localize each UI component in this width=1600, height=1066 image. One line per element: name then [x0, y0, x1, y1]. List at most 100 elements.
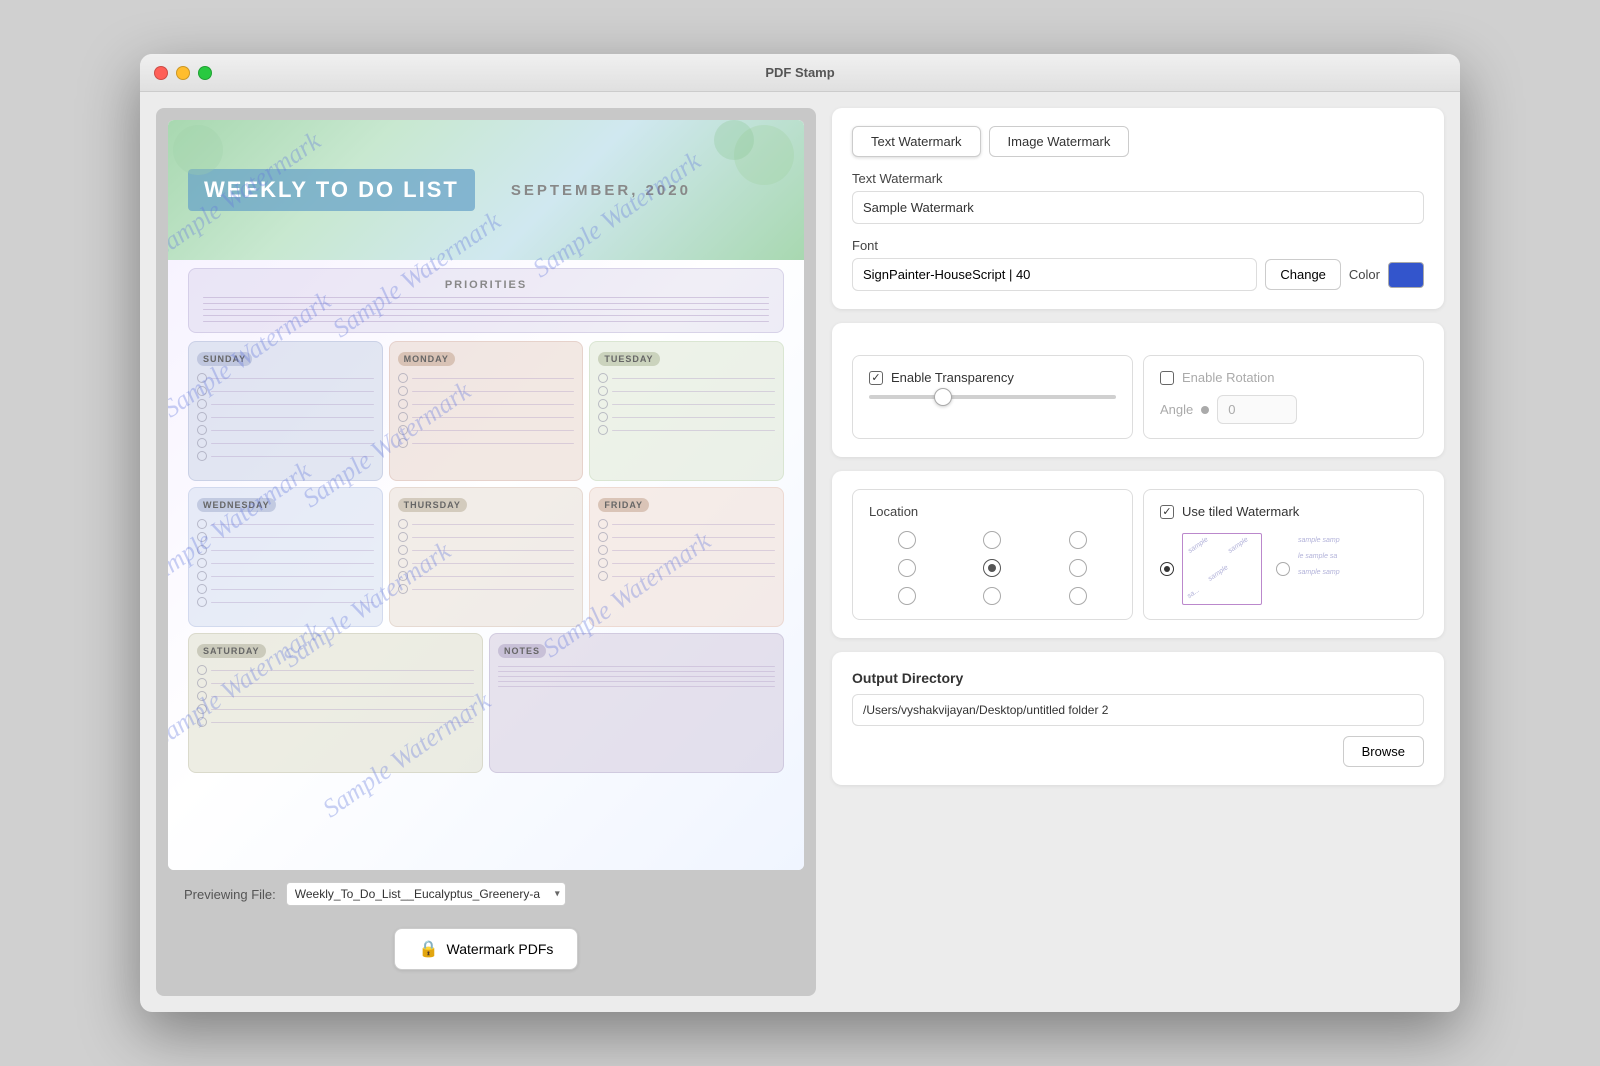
priority-line — [203, 321, 769, 322]
font-label: Font — [852, 238, 1424, 253]
pdf-days-top: SUNDAY MOND — [188, 341, 784, 481]
day-checkboxes — [197, 519, 374, 607]
browse-row: Browse — [852, 736, 1424, 767]
content-area: WEEKLY TO DO LIST SEPTEMBER, 2020 PRIORI… — [140, 92, 1460, 1012]
priority-lines — [203, 297, 769, 322]
tile-outer-3: sample samp — [1298, 569, 1340, 576]
location-tiled-row: Location — [852, 489, 1424, 620]
watermark-btn-label: Watermark PDFs — [447, 941, 554, 957]
file-dropdown-wrapper[interactable]: Weekly_To_Do_List__Eucalyptus_Greenery-a — [286, 882, 566, 906]
angle-row: Angle — [1160, 395, 1407, 424]
watermark-btn-area: 🔒 Watermark PDFs — [168, 918, 804, 984]
tiled-preview-outer: sample samp le sample sa sample samp — [1298, 533, 1388, 605]
tiled-option-2[interactable]: sample samp le sample sa sample samp — [1276, 533, 1388, 605]
angle-input[interactable] — [1217, 395, 1297, 424]
tiled-radio-2 — [1276, 562, 1290, 576]
tiled-option-1[interactable]: sample sample sample sa... — [1160, 533, 1262, 605]
loc-radio-br[interactable] — [1069, 587, 1087, 605]
tile-sample-4: sa... — [1186, 587, 1201, 600]
pdf-title-text: WEEKLY TO DO LIST — [204, 177, 459, 202]
tiled-options: sample sample sample sa... sampl — [1160, 533, 1407, 605]
loc-radio-tl[interactable] — [898, 531, 916, 549]
location-tiled-card: Location — [832, 471, 1444, 638]
day-label-notes: NOTES — [498, 644, 546, 658]
right-panel: Text Watermark Image Watermark Text Wate… — [832, 108, 1444, 996]
loc-radio-bc[interactable] — [983, 587, 1001, 605]
tile-sample-3: sample — [1207, 564, 1230, 583]
loc-radio-mr[interactable] — [1069, 559, 1087, 577]
day-label-friday: FRIDAY — [598, 498, 649, 512]
transparency-box: Enable Transparency — [852, 355, 1133, 439]
loc-radio-tr[interactable] — [1069, 531, 1087, 549]
tile-outer-2: le sample sa — [1298, 553, 1337, 560]
day-checkboxes — [398, 373, 575, 448]
tile-sample-2: sample — [1227, 536, 1250, 555]
pdf-preview-panel: WEEKLY TO DO LIST SEPTEMBER, 2020 PRIORI… — [156, 108, 816, 996]
window-title: PDF Stamp — [765, 65, 834, 80]
pdf-days-middle: WEDNESDAY T — [188, 487, 784, 627]
watermark-settings-card: Text Watermark Image Watermark Text Wate… — [832, 108, 1444, 309]
preview-label: Previewing File: — [184, 887, 276, 902]
window-controls — [154, 66, 212, 80]
color-swatch[interactable] — [1388, 262, 1424, 288]
day-card-notes: NOTES — [489, 633, 784, 773]
close-button[interactable] — [154, 66, 168, 80]
priority-line — [203, 315, 769, 316]
output-dir-input[interactable] — [852, 694, 1424, 726]
location-grid — [869, 531, 1116, 605]
rotation-header: Enable Rotation — [1160, 370, 1407, 385]
change-font-button[interactable]: Change — [1265, 259, 1341, 290]
pdf-header: WEEKLY TO DO LIST SEPTEMBER, 2020 — [168, 120, 804, 260]
loc-radio-mc[interactable] — [983, 559, 1001, 577]
tiled-header: Use tiled Watermark — [1160, 504, 1407, 519]
main-window: PDF Stamp WEEKLY TO DO LIST SEPTEMBER, 2… — [140, 54, 1460, 1012]
day-card-sunday: SUNDAY — [188, 341, 383, 481]
font-input[interactable] — [852, 258, 1257, 291]
browse-button[interactable]: Browse — [1343, 736, 1424, 767]
tiled-checkbox[interactable] — [1160, 505, 1174, 519]
day-label-thursday: THURSDAY — [398, 498, 467, 512]
minimize-button[interactable] — [176, 66, 190, 80]
day-checkboxes — [598, 373, 775, 435]
transparency-rotation-card: Enable Transparency Enable Rotation — [832, 323, 1444, 457]
loc-radio-bl[interactable] — [898, 587, 916, 605]
transparency-header: Enable Transparency — [869, 370, 1116, 385]
rotation-box: Enable Rotation Angle — [1143, 355, 1424, 439]
pdf-priorities: PRIORITIES — [188, 268, 784, 333]
trans-rot-row: Enable Transparency Enable Rotation — [852, 341, 1424, 439]
lock-icon: 🔒 — [419, 939, 439, 959]
priority-line — [203, 309, 769, 310]
loc-radio-tc[interactable] — [983, 531, 1001, 549]
angle-label: Angle — [1160, 402, 1193, 417]
priorities-label: PRIORITIES — [203, 279, 769, 291]
pdf-preview: WEEKLY TO DO LIST SEPTEMBER, 2020 PRIORI… — [168, 120, 804, 870]
tiled-preview-inner-1: sample sample sample sa... — [1182, 533, 1262, 605]
day-label-monday: MONDAY — [398, 352, 455, 366]
day-label-tuesday: TUESDAY — [598, 352, 659, 366]
text-watermark-label: Text Watermark — [852, 171, 1424, 186]
day-label-wednesday: WEDNESDAY — [197, 498, 276, 512]
day-label-sunday: SUNDAY — [197, 352, 252, 366]
tab-text-watermark[interactable]: Text Watermark — [852, 126, 981, 157]
transparency-label: Enable Transparency — [891, 370, 1014, 385]
loc-radio-ml[interactable] — [898, 559, 916, 577]
watermark-pdfs-button[interactable]: 🔒 Watermark PDFs — [394, 928, 579, 970]
tab-image-watermark[interactable]: Image Watermark — [989, 126, 1130, 157]
rotation-checkbox[interactable] — [1160, 371, 1174, 385]
transparency-checkbox[interactable] — [869, 371, 883, 385]
maximize-button[interactable] — [198, 66, 212, 80]
file-select[interactable]: Weekly_To_Do_List__Eucalyptus_Greenery-a — [286, 882, 566, 906]
tiled-radio-1 — [1160, 562, 1174, 576]
color-label: Color — [1349, 267, 1380, 282]
day-label-saturday: SATURDAY — [197, 644, 266, 658]
tile-outer-1: sample samp — [1298, 537, 1340, 544]
day-checkboxes — [197, 665, 474, 727]
output-dir-card: Output Directory Browse — [832, 652, 1444, 785]
slider-thumb — [934, 388, 952, 406]
rotation-label: Enable Rotation — [1182, 370, 1275, 385]
transparency-slider[interactable] — [869, 395, 1116, 399]
tiled-label: Use tiled Watermark — [1182, 504, 1299, 519]
pdf-content: WEEKLY TO DO LIST SEPTEMBER, 2020 PRIORI… — [168, 120, 804, 870]
tiled-box: Use tiled Watermark sample sample sample — [1143, 489, 1424, 620]
text-watermark-input[interactable] — [852, 191, 1424, 224]
